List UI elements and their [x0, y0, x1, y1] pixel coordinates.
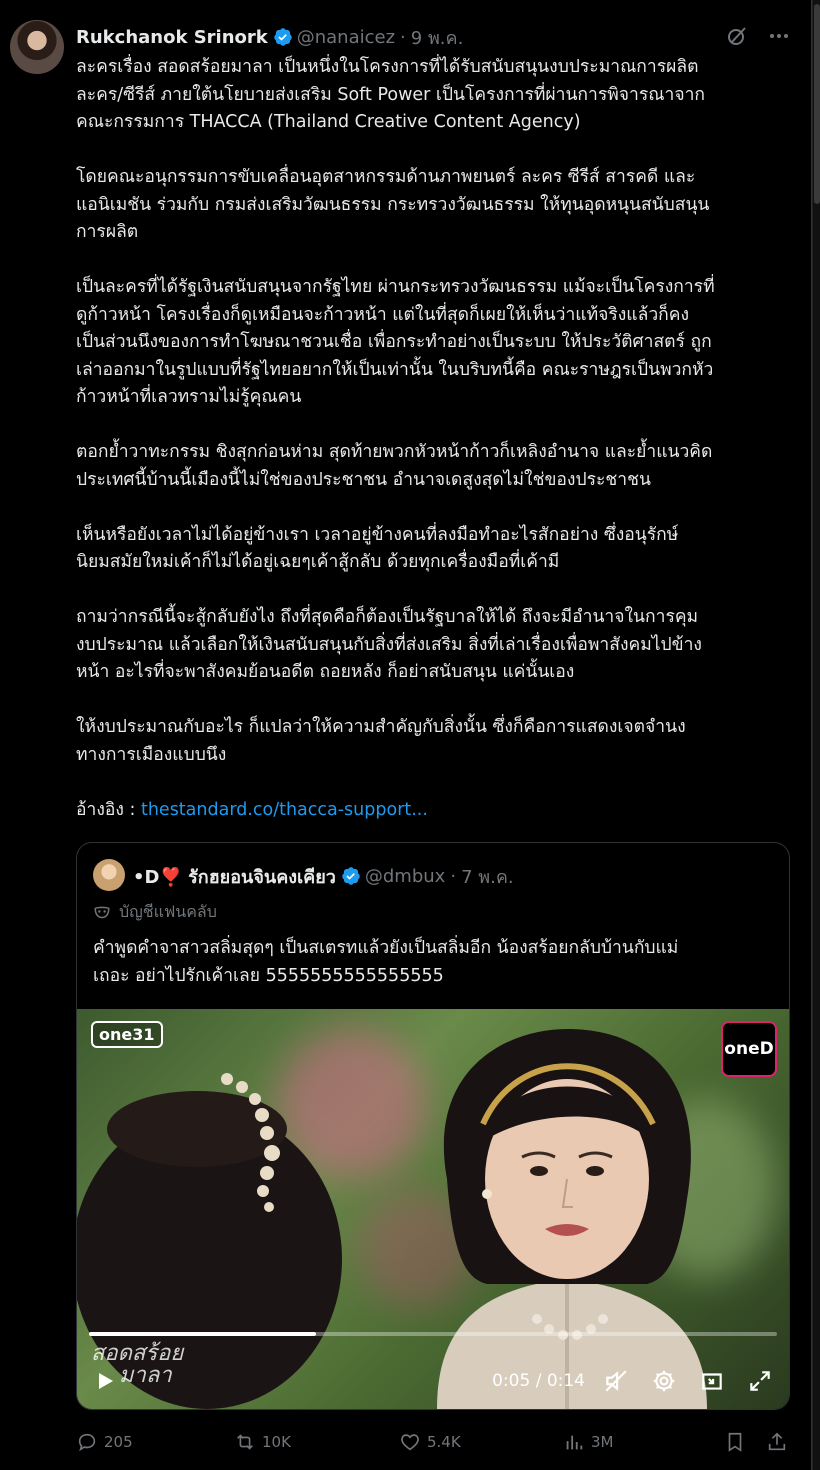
reply-button[interactable]: 205	[76, 1431, 133, 1453]
community-label: บัญชีแฟนคลับ	[93, 900, 217, 925]
settings-gear-icon[interactable]	[651, 1368, 677, 1394]
views-button[interactable]: 3M	[563, 1431, 614, 1453]
video-progress-bar[interactable]	[89, 1332, 777, 1336]
quoted-tweet[interactable]: •D❣️ รักฮยอนจินคงเคียว @dmbux · 7 พ.ค. บ…	[76, 842, 790, 1410]
like-count: 5.4K	[427, 1433, 461, 1451]
tweet-header: Rukchanok Srinork @nanaicez · 9 พ.ค.	[76, 22, 791, 52]
scrollbar[interactable]	[812, 0, 820, 1470]
mute-icon[interactable]	[603, 1368, 629, 1394]
tweet-paragraph: ให้งบประมาณกับอะไร ก็แปลว่าให้ความสำคัญก…	[76, 717, 686, 765]
repost-button[interactable]: 10K	[234, 1431, 291, 1453]
bookmark-button[interactable]	[724, 1431, 746, 1453]
verified-badge-icon	[273, 28, 292, 46]
reference-link[interactable]: thestandard.co/thacca-support...	[141, 800, 428, 820]
play-icon[interactable]	[93, 1369, 117, 1393]
quote-author-name[interactable]: •D❣️ รักฮยอนจินคงเคียว	[133, 862, 336, 891]
more-options-icon[interactable]	[767, 24, 791, 48]
reference-label: อ้างอิง :	[76, 799, 141, 820]
quote-author-handle[interactable]: @dmbux	[365, 866, 445, 887]
quote-header: •D❣️ รักฮยอนจินคงเคียว @dmbux · 7 พ.ค.	[133, 862, 514, 890]
scrollbar-thumb[interactable]	[814, 4, 820, 204]
tweet-actions: 205 10K 5.4K 3M	[76, 1428, 798, 1456]
author-avatar[interactable]	[10, 20, 64, 74]
verified-badge-icon	[342, 867, 360, 885]
reference-line: อ้างอิง : thestandard.co/thacca-support.…	[76, 797, 798, 825]
watermark-line-1: สอดสร้อย	[91, 1341, 184, 1366]
tweet-date[interactable]: 9 พ.ค.	[411, 23, 464, 52]
channel-logo: one31	[91, 1021, 163, 1048]
brand-logo: oneD	[721, 1021, 777, 1077]
like-button[interactable]: 5.4K	[399, 1431, 461, 1453]
reply-count: 205	[104, 1433, 133, 1451]
video-progress-fill	[89, 1332, 317, 1336]
tweet-paragraph: เห็นหรือยังเวลาไม่ได้อยู่ข้างเรา เวลาอยู…	[76, 524, 679, 573]
views-count: 3M	[591, 1433, 614, 1451]
tweet-paragraph: ตอกย้ำวาทะกรรม ชิงสุกก่อนห่าม สุดท้ายพวก…	[76, 442, 713, 490]
video-controls: 0:05 / 0:14	[93, 1363, 773, 1399]
tweet-paragraph: โดยคณะอนุกรรมการขับเคลื่อนอุตสาหกรรมด้าน…	[76, 167, 710, 242]
tweet-paragraph: ละครเรื่อง สอดสร้อยมาลา เป็นหนึ่งในโครงก…	[76, 57, 706, 132]
video-time: 0:05 / 0:14	[492, 1371, 585, 1391]
tweet-detail-panel: Rukchanok Srinork @nanaicez · 9 พ.ค. ละค…	[0, 0, 812, 1470]
tweet-paragraph: เป็นละครที่ได้รัฐเงินสนับสนุนจากรัฐไทย ผ…	[76, 277, 715, 407]
quote-text: คำพูดคำจาสาวสลิ่มสุดๆ เป็นสเตรทแล้วยังเป…	[93, 938, 679, 986]
tweet-paragraph: ถามว่ากรณีนี้จะสู้กลับยังไง ถึงที่สุดคือ…	[76, 607, 702, 682]
share-button[interactable]	[766, 1431, 788, 1453]
header-separator: ·	[400, 26, 406, 48]
tweet-body: ละครเรื่อง สอดสร้อยมาลา เป็นหนึ่งในโครงก…	[76, 54, 798, 824]
share-icon	[768, 1432, 786, 1451]
video-player[interactable]: one31 oneD สอดสร้อย มาลา 0:05 / 0:14	[77, 1009, 789, 1409]
repost-count: 10K	[262, 1433, 291, 1451]
header-actions	[725, 24, 791, 48]
author-handle[interactable]: @nanaicez	[297, 27, 395, 48]
quote-author-avatar[interactable]	[93, 859, 125, 891]
bookmark-icon	[728, 1432, 742, 1452]
community-label-text: บัญชีแฟนคลับ	[119, 902, 217, 921]
quote-header-separator: ·	[450, 865, 457, 887]
heart-icon	[401, 1434, 419, 1451]
grok-icon[interactable]	[725, 24, 749, 48]
fullscreen-icon[interactable]	[747, 1368, 773, 1394]
mask-icon	[94, 906, 110, 918]
repost-icon	[237, 1434, 253, 1450]
picture-in-picture-icon[interactable]	[699, 1368, 725, 1394]
video-frame-figure	[437, 1029, 707, 1409]
quote-date[interactable]: 7 พ.ค.	[461, 862, 514, 891]
reply-icon	[78, 1433, 96, 1452]
views-chart-icon	[566, 1435, 583, 1450]
author-name[interactable]: Rukchanok Srinork	[76, 27, 268, 48]
